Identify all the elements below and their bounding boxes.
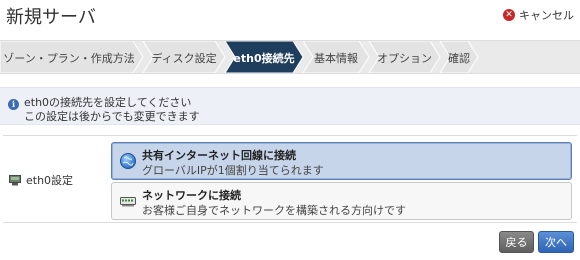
- step-label: 基本情報: [314, 52, 358, 65]
- step-basic-info: 基本情報: [308, 41, 364, 73]
- step-confirm: 確認: [445, 41, 473, 73]
- next-button[interactable]: 次へ: [538, 231, 574, 253]
- eth0-field-label: eth0設定: [9, 172, 73, 188]
- info-line: この設定は後からでも変更できます: [24, 110, 200, 123]
- step-eth0: eth0接続先: [230, 41, 298, 73]
- option-shared-internet[interactable]: 共有インターネット回線に接続 グローバルIPが1個割り当てられます: [111, 142, 572, 180]
- network-card-icon: [9, 174, 21, 185]
- page-header: 新規サーバ ✕ キャンセル: [0, 0, 580, 32]
- step-label: オプション: [377, 52, 432, 65]
- step-disk[interactable]: ディスク設定: [148, 41, 220, 73]
- close-icon: ✕: [503, 9, 515, 21]
- switch-icon: [120, 197, 136, 207]
- info-message: i eth0の接続先を設定してください この設定は後からでも変更できます: [0, 87, 580, 125]
- step-label: ゾーン・プラン・作成方法: [3, 52, 135, 65]
- option-title: 共有インターネット回線に接続: [142, 149, 296, 162]
- step-label: 確認: [448, 52, 470, 65]
- back-button[interactable]: 戻る: [499, 231, 534, 253]
- info-icon: i: [8, 99, 19, 110]
- step-label: eth0接続先: [233, 52, 295, 65]
- step-zone-plan[interactable]: ゾーン・プラン・作成方法: [0, 41, 138, 73]
- option-description: グローバルIPが1個割り当てられます: [142, 164, 324, 177]
- page-title: 新規サーバ: [6, 7, 96, 28]
- field-label-text: eth0設定: [26, 174, 74, 187]
- cancel-button[interactable]: ✕ キャンセル: [503, 7, 574, 23]
- option-description: お客様ご自身でネットワークを構築される方向けです: [142, 204, 406, 217]
- globe-icon: [120, 153, 136, 169]
- option-title: ネットワークに接続: [142, 189, 241, 202]
- step-options: オプション: [374, 41, 435, 73]
- wizard-steps: ゾーン・プラン・作成方法 ディスク設定 eth0接続先 基本情報 オプション 確…: [0, 40, 580, 74]
- step-label: ディスク設定: [151, 52, 217, 65]
- eth0-settings-form: eth0設定 共有インターネット回線に接続 グローバルIPが1個割り当てられます…: [3, 135, 577, 223]
- cancel-label: キャンセル: [519, 9, 574, 22]
- option-network[interactable]: ネットワークに接続 お客様ご自身でネットワークを構築される方向けです: [111, 182, 572, 220]
